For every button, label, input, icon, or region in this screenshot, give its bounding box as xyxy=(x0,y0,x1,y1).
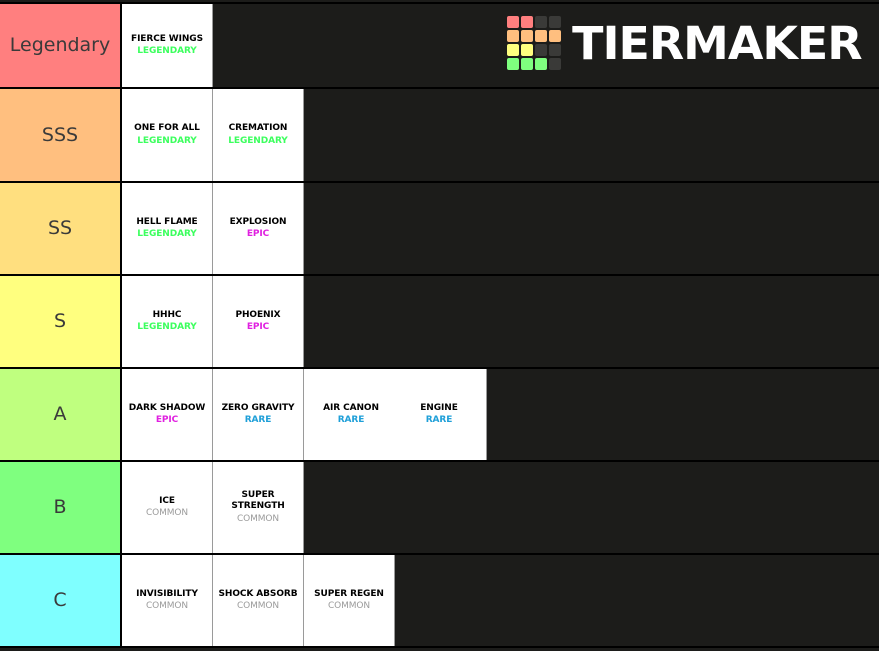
tier-list-canvas: TIERMAKER Legendary FIERCE WINGS LEGENDARY… xyxy=(0,0,879,651)
tiermaker-wordmark: TIERMAKER xyxy=(572,16,862,70)
tier-items-ss: HELL FLAME LEGENDARY EXPLOSION EPIC xyxy=(122,183,879,274)
tier-item[interactable]: CREMATION LEGENDARY xyxy=(213,89,304,181)
tier-items-s: HHHC LEGENDARY PHOENIX EPIC xyxy=(122,276,879,367)
tier-item-rarity: LEGENDARY xyxy=(137,135,197,146)
logo-cell-2-3 xyxy=(549,44,562,56)
tier-item-name: SUPER STRENGTH xyxy=(231,490,285,512)
tiermaker-logo: TIERMAKER xyxy=(507,11,863,75)
tier-item-name: DARK SHADOW xyxy=(128,402,206,413)
tier-row-s: S HHHC LEGENDARY PHOENIX EPIC xyxy=(0,276,879,369)
tier-items-c: INVISIBILITY COMMON SHOCK ABSORB COMMON SUPE… xyxy=(122,555,879,646)
tier-label-c[interactable]: C xyxy=(0,555,122,646)
logo-cell-3-0 xyxy=(507,58,520,70)
logo-cell-0-1 xyxy=(521,16,534,28)
tier-item-rarity: LEGENDARY xyxy=(137,322,197,332)
tier-item[interactable]: SHOCK ABSORB COMMON xyxy=(213,555,304,646)
tier-item-rarity: LEGENDARY xyxy=(137,229,197,239)
tier-item-name: ZERO GRAVITY xyxy=(221,402,295,413)
tier-label-sss[interactable]: SSS xyxy=(0,89,122,181)
logo-cell-2-2 xyxy=(535,44,548,56)
tier-item-name: EXPLOSION xyxy=(229,216,287,227)
tier-item-name: INVISIBILITY xyxy=(136,588,198,599)
tier-item[interactable]: ONE FOR ALL LEGENDARY xyxy=(122,89,213,181)
tier-row-a: A DARK SHADOW EPIC ZERO GRAVITY RARE AIR CANO… xyxy=(0,369,879,462)
logo-cell-1-0 xyxy=(507,30,520,42)
tier-item-rarity: COMMON xyxy=(327,601,371,611)
tier-item-rarity: COMMON xyxy=(145,508,189,518)
logo-cell-3-1 xyxy=(521,58,534,70)
tier-item-rarity: RARE xyxy=(337,415,365,425)
tier-row-sss: SSS ONE FOR ALL LEGENDARY CREMATION LEGENDAR… xyxy=(0,89,879,183)
tier-label-legendary[interactable]: Legendary xyxy=(0,4,122,87)
tier-items-sss: ONE FOR ALL LEGENDARY CREMATION LEGENDARY xyxy=(122,89,879,181)
tier-item-name: SHOCK ABSORB xyxy=(218,588,298,599)
tier-item-sub[interactable]: AIR CANON RARE xyxy=(307,403,395,427)
tier-rows: Legendary FIERCE WINGS LEGENDARY SSS ONE FOR… xyxy=(0,2,879,648)
tier-item[interactable]: SUPER STRENGTH COMMON xyxy=(213,462,304,553)
tier-item-name: AIR CANON xyxy=(323,402,379,413)
tier-item-name: HHHC xyxy=(152,309,182,320)
tier-items-b: ICE COMMON SUPER STRENGTH COMMON xyxy=(122,462,879,553)
tier-label-ss[interactable]: SS xyxy=(0,183,122,274)
tier-item-rarity: COMMON xyxy=(145,601,189,611)
tier-item-rarity: COMMON xyxy=(236,513,280,524)
tier-item-name: CREMATION xyxy=(228,123,288,134)
tier-item-rarity: EPIC xyxy=(246,322,270,332)
logo-cell-3-3 xyxy=(549,58,562,70)
tier-item[interactable]: FIERCE WINGS LEGENDARY xyxy=(122,4,213,87)
tier-item-rarity: EPIC xyxy=(155,415,179,425)
tier-item[interactable]: PHOENIX EPIC xyxy=(213,276,304,367)
tier-label-a[interactable]: A xyxy=(0,369,122,460)
logo-cell-0-2 xyxy=(535,16,548,28)
logo-cell-2-0 xyxy=(507,44,520,56)
tier-item-name: FIERCE WINGS xyxy=(131,33,203,44)
logo-cell-0-3 xyxy=(549,16,562,28)
tier-item[interactable]: ZERO GRAVITY RARE xyxy=(213,369,304,460)
tier-item-rarity: RARE xyxy=(244,415,272,425)
tier-item-rarity: LEGENDARY xyxy=(228,135,288,146)
tiermaker-logo-grid-icon xyxy=(507,16,562,70)
tier-item-name: ENGINE xyxy=(420,402,458,413)
tier-item-name: SUPER REGEN xyxy=(314,588,384,599)
logo-cell-3-2 xyxy=(535,58,548,70)
tier-item-sub[interactable]: ENGINE RARE xyxy=(395,403,483,427)
tier-label-s[interactable]: S xyxy=(0,276,122,367)
tier-items-a: DARK SHADOW EPIC ZERO GRAVITY RARE AIR CANON… xyxy=(122,369,879,460)
logo-cell-1-1 xyxy=(521,30,534,42)
logo-cell-0-0 xyxy=(507,16,520,28)
tier-item[interactable]: EXPLOSION EPIC xyxy=(213,183,304,274)
tier-item-rarity: RARE xyxy=(425,415,453,425)
tier-item-name: ICE xyxy=(159,495,175,506)
tier-row-c: C INVISIBILITY COMMON SHOCK ABSORB COMMON SUP… xyxy=(0,555,879,648)
tier-item-name: PHOENIX xyxy=(235,309,281,320)
tier-item[interactable]: SUPER REGEN COMMON xyxy=(304,555,395,646)
tier-item-name: HELL FLAME xyxy=(136,216,198,227)
tier-item-rarity: LEGENDARY xyxy=(137,46,197,56)
tier-label-b[interactable]: B xyxy=(0,462,122,553)
tier-item[interactable]: AIR CANON RARE ENGINE RARE xyxy=(304,369,487,460)
logo-cell-1-3 xyxy=(549,30,562,42)
logo-cell-1-2 xyxy=(535,30,548,42)
tier-item-rarity: EPIC xyxy=(246,229,270,239)
logo-cell-2-1 xyxy=(521,44,534,56)
tier-row-b: B ICE COMMON SUPER STRENGTH COMMON xyxy=(0,462,879,555)
tier-row-ss: SS HELL FLAME LEGENDARY EXPLOSION EPIC xyxy=(0,183,879,276)
tier-item[interactable]: ICE COMMON xyxy=(122,462,213,553)
tier-item[interactable]: INVISIBILITY COMMON xyxy=(122,555,213,646)
tier-item-rarity: COMMON xyxy=(236,601,280,611)
tier-item[interactable]: HELL FLAME LEGENDARY xyxy=(122,183,213,274)
tier-item-name: ONE FOR ALL xyxy=(134,123,200,134)
tier-item[interactable]: DARK SHADOW EPIC xyxy=(122,369,213,460)
tier-item[interactable]: HHHC LEGENDARY xyxy=(122,276,213,367)
